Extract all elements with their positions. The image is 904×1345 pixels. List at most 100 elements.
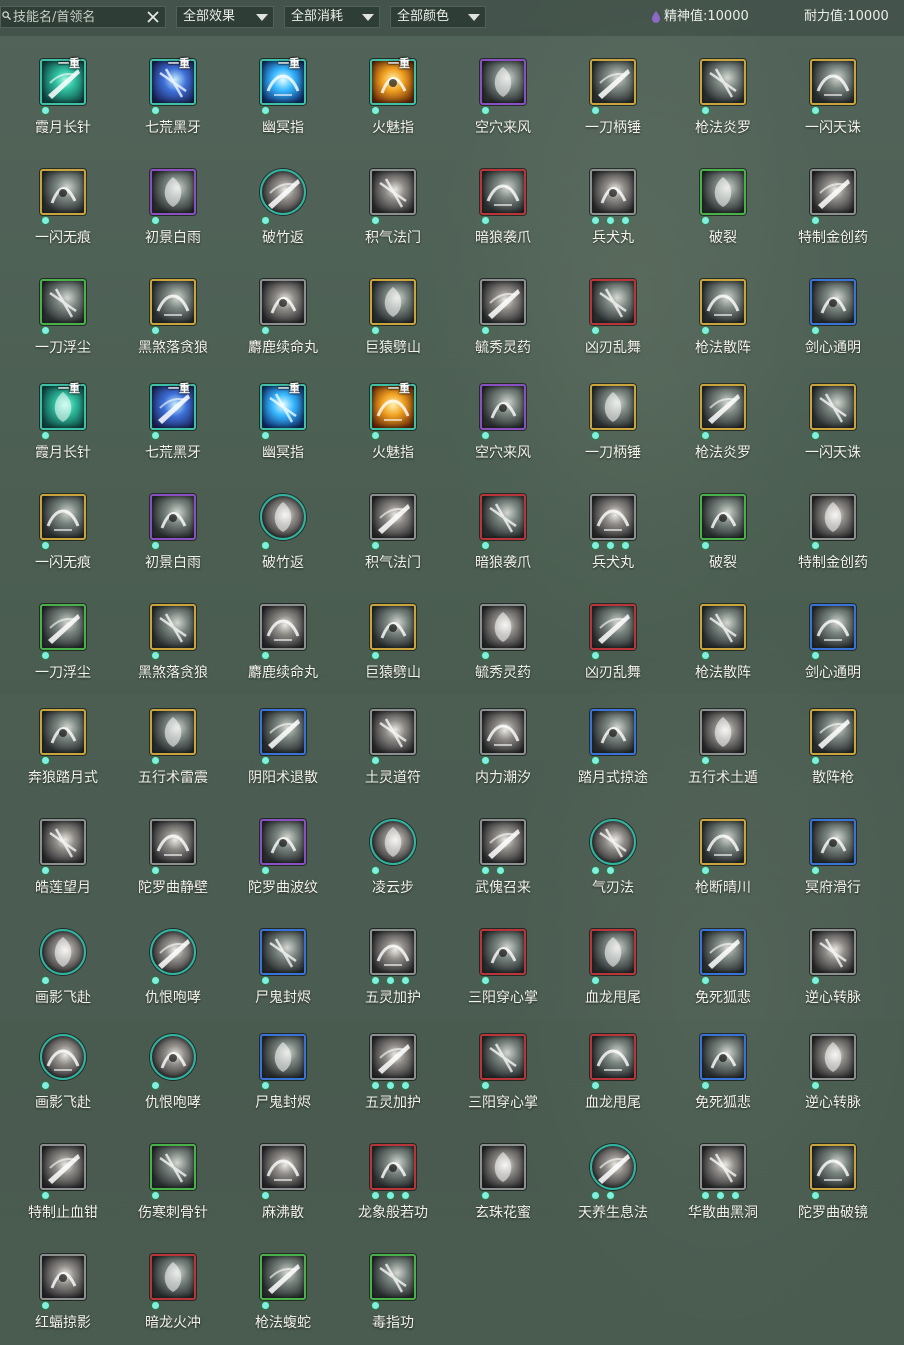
skill-slot[interactable]: 皓莲望月 — [8, 799, 118, 909]
color-filter-dropdown[interactable]: 全部颜色 — [390, 6, 486, 28]
skill-slot[interactable]: 一刀浮尘 — [8, 259, 118, 369]
skill-slot[interactable]: 仇恨咆哮 — [118, 909, 228, 1019]
skill-icon[interactable] — [700, 59, 746, 105]
skill-icon[interactable] — [370, 1144, 416, 1190]
skill-icon[interactable] — [150, 1254, 196, 1300]
skill-icon[interactable] — [150, 1144, 196, 1190]
skill-icon[interactable] — [700, 604, 746, 650]
skill-icon[interactable] — [810, 819, 856, 865]
skill-slot[interactable]: 画影飞赴 — [8, 1014, 118, 1124]
skill-slot[interactable]: 麻沸散 — [228, 1124, 338, 1234]
skill-icon[interactable] — [590, 709, 636, 755]
skill-slot[interactable]: 兵犬丸 — [558, 149, 668, 259]
skill-icon[interactable] — [700, 929, 746, 975]
skill-slot[interactable]: 凌云步 — [338, 799, 448, 909]
skill-icon[interactable] — [480, 604, 526, 650]
skill-icon[interactable] — [590, 1144, 636, 1190]
skill-icon[interactable] — [700, 1144, 746, 1190]
skill-slot[interactable]: 玄珠花蜜 — [448, 1124, 558, 1234]
skill-icon[interactable] — [370, 929, 416, 975]
skill-slot[interactable]: 枪法炎罗 — [668, 364, 778, 474]
skill-slot[interactable]: 武傀召来 — [448, 799, 558, 909]
skill-icon[interactable] — [370, 1034, 416, 1080]
skill-slot[interactable]: 黑煞落贪狼 — [118, 584, 228, 694]
skill-slot[interactable]: 毓秀灵药 — [448, 584, 558, 694]
skill-slot[interactable]: 破裂 — [668, 149, 778, 259]
skill-slot[interactable]: 逆心转脉 — [778, 1014, 888, 1124]
effect-filter-dropdown[interactable]: 全部效果 — [176, 6, 274, 28]
skill-slot[interactable]: 破竹返 — [228, 474, 338, 584]
skill-icon[interactable] — [590, 279, 636, 325]
skill-slot[interactable]: 剑心通明 — [778, 584, 888, 694]
skill-slot[interactable]: 特制金创药 — [778, 474, 888, 584]
skill-icon[interactable] — [150, 929, 196, 975]
skill-slot[interactable]: 一刀柄锤 — [558, 364, 668, 474]
skill-slot[interactable]: 免死狐悲 — [668, 1014, 778, 1124]
skill-icon[interactable] — [40, 279, 86, 325]
skill-slot[interactable]: 一闪无痕 — [8, 149, 118, 259]
skill-slot[interactable]: 初景白雨 — [118, 474, 228, 584]
skill-slot[interactable]: 三阳穿心掌 — [448, 1014, 558, 1124]
skill-icon[interactable] — [260, 604, 306, 650]
skill-slot[interactable]: 一重 火魅指 — [338, 39, 448, 149]
skill-slot[interactable]: 凶刃乱舞 — [558, 259, 668, 369]
skill-icon[interactable] — [150, 1034, 196, 1080]
skill-slot[interactable]: 一重 幽冥指 — [228, 364, 338, 474]
skill-slot[interactable]: 陀罗曲破镜 — [778, 1124, 888, 1234]
skill-icon[interactable] — [480, 929, 526, 975]
skill-icon[interactable] — [40, 709, 86, 755]
skill-slot[interactable]: 一闪天诛 — [778, 39, 888, 149]
skill-slot[interactable]: 免死狐悲 — [668, 909, 778, 1019]
skill-icon[interactable] — [480, 1144, 526, 1190]
skill-slot[interactable]: 华散曲黑洞 — [668, 1124, 778, 1234]
skill-icon[interactable] — [700, 1034, 746, 1080]
skill-slot[interactable]: 空穴来风 — [448, 364, 558, 474]
skill-slot[interactable]: 兵犬丸 — [558, 474, 668, 584]
skill-icon[interactable] — [810, 494, 856, 540]
skill-icon[interactable] — [700, 494, 746, 540]
skill-icon[interactable] — [40, 494, 86, 540]
skill-icon[interactable] — [150, 169, 196, 215]
skill-slot[interactable]: 一闪无痕 — [8, 474, 118, 584]
skill-icon[interactable] — [590, 169, 636, 215]
skill-slot[interactable]: 五行术雷震 — [118, 689, 228, 799]
skill-icon[interactable] — [810, 1034, 856, 1080]
skill-icon[interactable] — [480, 169, 526, 215]
skill-slot[interactable]: 血龙甩尾 — [558, 909, 668, 1019]
skill-slot[interactable]: 黑煞落贪狼 — [118, 259, 228, 369]
skill-icon[interactable] — [150, 279, 196, 325]
skill-slot[interactable]: 冥府滑行 — [778, 799, 888, 909]
skill-icon[interactable] — [810, 59, 856, 105]
skill-icon[interactable] — [370, 169, 416, 215]
skill-slot[interactable]: 枪断晴川 — [668, 799, 778, 909]
skill-slot[interactable]: 一重 火魅指 — [338, 364, 448, 474]
skill-icon[interactable] — [810, 169, 856, 215]
skill-icon[interactable] — [700, 819, 746, 865]
skill-icon[interactable] — [590, 384, 636, 430]
skill-slot[interactable]: 枪法散阵 — [668, 259, 778, 369]
skill-icon[interactable] — [810, 929, 856, 975]
cost-filter-dropdown[interactable]: 全部消耗 — [284, 6, 380, 28]
skill-icon[interactable] — [40, 1034, 86, 1080]
skill-icon[interactable] — [590, 604, 636, 650]
skill-slot[interactable]: 麝鹿续命丸 — [228, 584, 338, 694]
skill-icon[interactable] — [40, 929, 86, 975]
skill-slot[interactable]: 初景白雨 — [118, 149, 228, 259]
skill-icon[interactable] — [480, 279, 526, 325]
skill-slot[interactable]: 内力潮汐 — [448, 689, 558, 799]
skill-slot[interactable]: 龙象般若功 — [338, 1124, 448, 1234]
skill-icon[interactable] — [700, 279, 746, 325]
skill-icon[interactable] — [370, 604, 416, 650]
skill-slot[interactable]: 画影飞赴 — [8, 909, 118, 1019]
skill-icon[interactable] — [370, 279, 416, 325]
skill-icon[interactable] — [260, 1144, 306, 1190]
skill-slot[interactable]: 破竹返 — [228, 149, 338, 259]
skill-icon[interactable] — [260, 929, 306, 975]
skill-slot[interactable]: 尸鬼封烬 — [228, 1014, 338, 1124]
skill-icon[interactable] — [810, 279, 856, 325]
skill-icon[interactable] — [260, 279, 306, 325]
skill-slot[interactable]: 毒指功 — [338, 1234, 448, 1344]
skill-slot[interactable]: 一刀柄锤 — [558, 39, 668, 149]
skill-icon[interactable] — [480, 819, 526, 865]
skill-icon[interactable] — [260, 1034, 306, 1080]
